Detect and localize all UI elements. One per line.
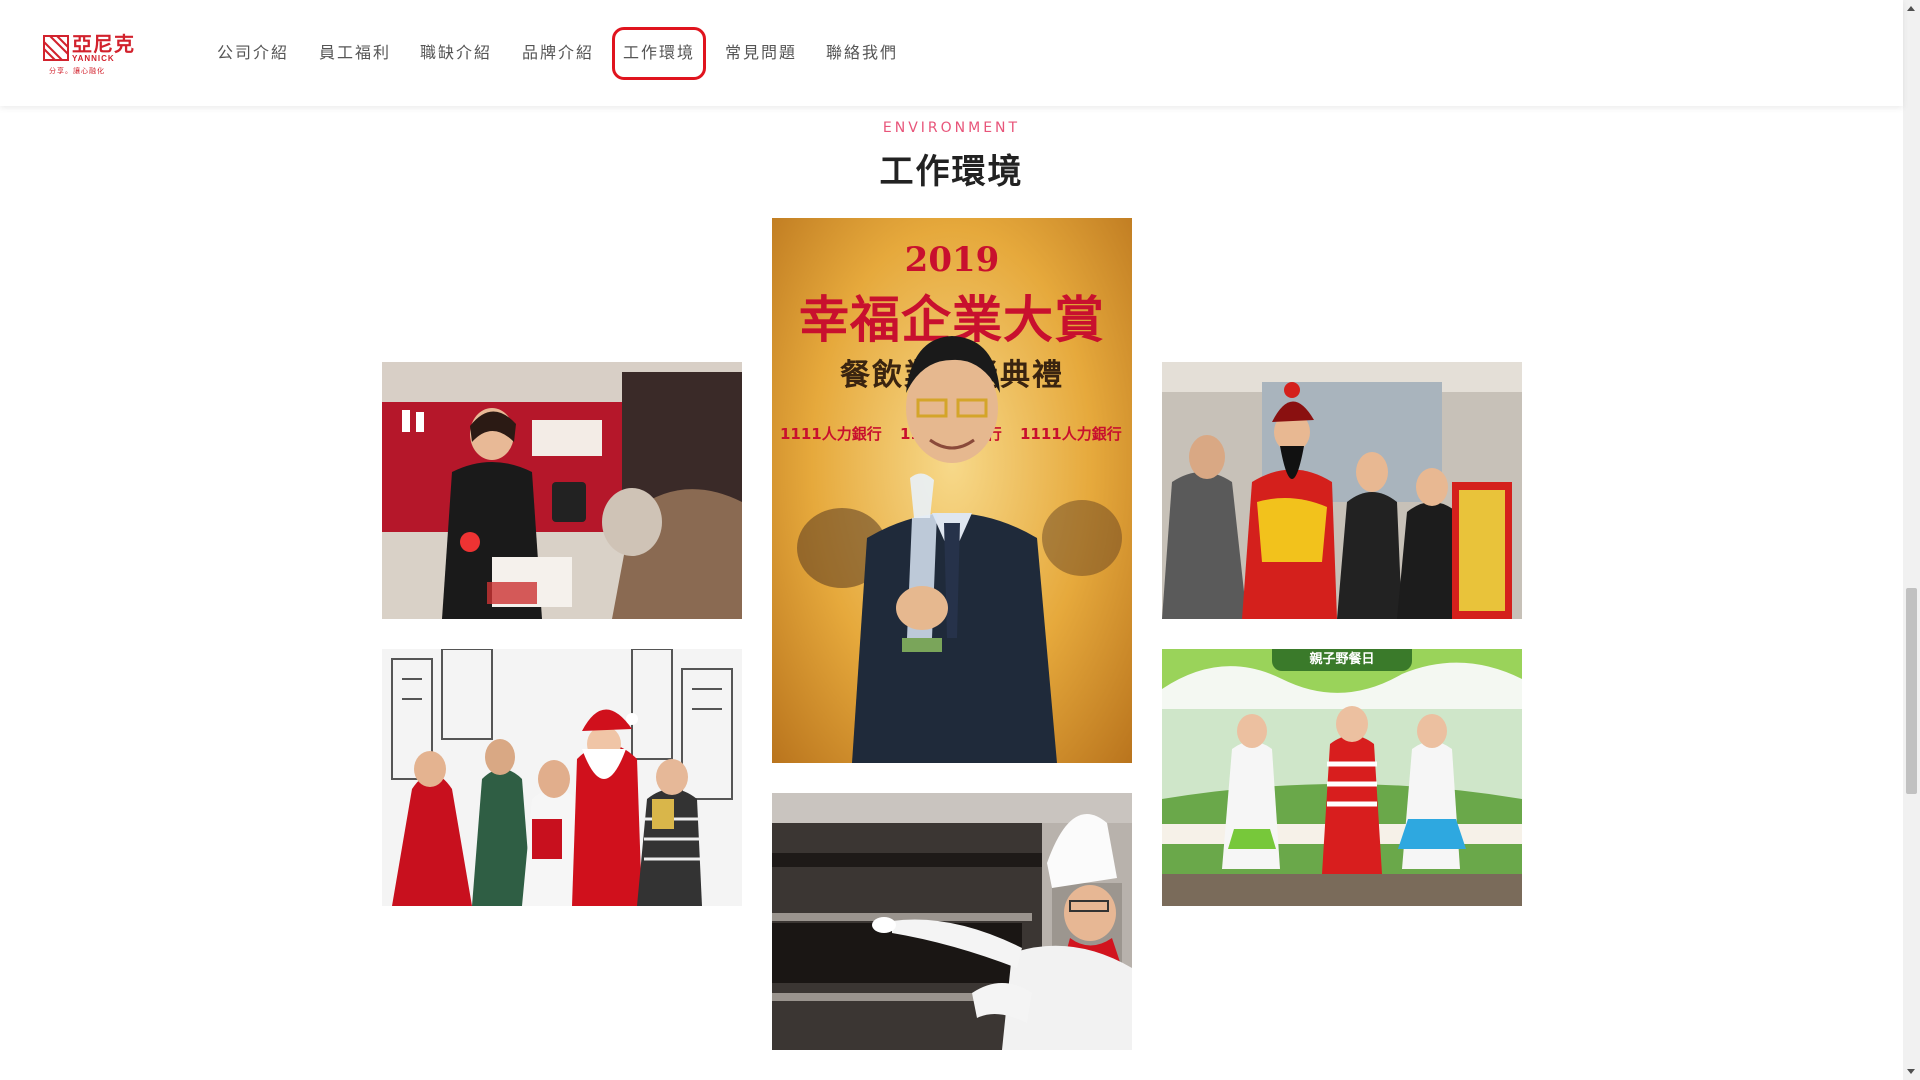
scroll-down-arrow-icon[interactable] [1907,1069,1915,1074]
nav-item-faq[interactable]: 常見問題 [725,38,797,68]
active-nav-highlight [612,27,706,80]
section-subtitle: ENVIRONMENT [882,120,1021,136]
page-scrollbar[interactable] [1903,0,1920,1080]
logo-title: 亞尼克 [72,32,135,56]
nav-item-jobs[interactable]: 職缺介紹 [420,38,492,68]
nav-item-benefits[interactable]: 員工福利 [319,38,391,68]
logo-mark-icon [43,35,69,61]
nav-item-brands[interactable]: 品牌介紹 [522,38,594,68]
nav-item-company[interactable]: 公司介紹 [217,38,289,68]
award-winner-figure [797,336,1122,763]
brand-logo[interactable]: 亞尼克 YANNICK 分享。讓心融化 [43,33,135,77]
photo-god-of-wealth-event[interactable] [1162,362,1522,619]
logo-english: YANNICK [72,54,115,63]
photo-picnic-festival[interactable]: 親子野餐日 [1162,649,1522,906]
photo-chef-oven[interactable] [772,793,1132,1050]
site-header: 亞尼克 YANNICK 分享。讓心融化 公司介紹 員工福利 職缺介紹 品牌介紹 … [0,0,1903,106]
festival-sign: 親子野餐日 [1272,649,1412,671]
god-of-wealth-image [1162,362,1522,619]
christmas-team-image [382,649,742,906]
scroll-thumb[interactable] [1906,588,1917,794]
picnic-festival-image [1162,649,1522,906]
photo-cafe-counter[interactable] [382,362,742,619]
chef-oven-image [772,793,1132,1050]
photo-award-poster[interactable]: 2019 幸福企業大賞 餐飲業頒獎典禮 1111人力銀行 1111人力銀行 11… [772,218,1132,763]
section-title: 工作環境 [879,152,1024,192]
scroll-up-arrow-icon[interactable] [1907,6,1915,11]
photo-christmas-team[interactable] [382,649,742,906]
nav-item-contact[interactable]: 聯絡我們 [826,38,898,68]
cafe-counter-image [382,362,742,619]
logo-slogan: 分享。讓心融化 [49,67,105,75]
